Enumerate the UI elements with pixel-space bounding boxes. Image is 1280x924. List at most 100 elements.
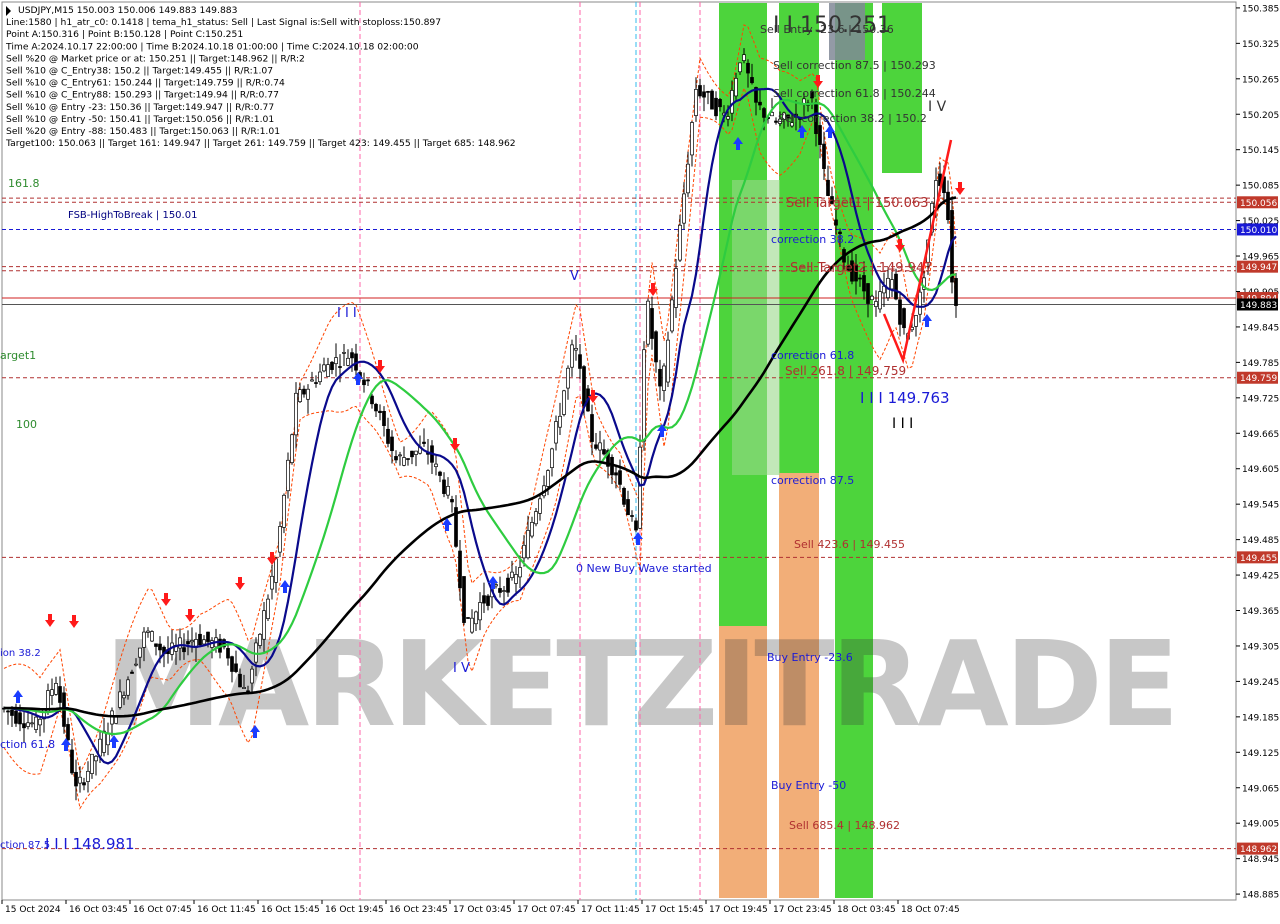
candle-body: [534, 511, 538, 525]
annotation-label: I I I 148.981: [45, 835, 135, 853]
candle-body: [662, 365, 666, 391]
annotation-label: correction 87.5: [771, 474, 854, 487]
candle: [642, 341, 646, 451]
candle-body: [442, 479, 446, 494]
candle-body: [58, 686, 62, 703]
candle-body: [666, 339, 670, 383]
x-tick-label: 16 Oct 19:45: [325, 905, 384, 915]
candle-body: [54, 682, 58, 695]
candle-body: [434, 463, 438, 468]
candle-body: [282, 494, 286, 528]
candle-body: [366, 379, 370, 382]
candle-body: [678, 224, 682, 261]
candle-body: [414, 450, 418, 455]
y-tick-label: 150.265: [1242, 75, 1279, 85]
candle-body: [10, 709, 14, 716]
x-tick-label: 17 Oct 03:45: [453, 905, 512, 915]
candle-body: [746, 62, 750, 74]
candle-body: [654, 331, 658, 363]
candle-body: [598, 442, 602, 451]
annotation-label: I I 150.251: [773, 13, 891, 38]
candle-body: [862, 275, 866, 292]
y-tick-label: 149.185: [1242, 713, 1279, 723]
candle-body: [334, 357, 338, 365]
candle-body: [50, 689, 54, 696]
candle-body: [858, 277, 862, 280]
candle-body: [290, 434, 294, 463]
y-tick-label: 149.245: [1242, 678, 1279, 688]
candle-body: [498, 588, 502, 593]
candle-body: [142, 631, 146, 648]
candle-body: [558, 415, 562, 428]
candle-body: [70, 749, 74, 774]
price-badge-label: 149.947: [1240, 263, 1277, 273]
annotation-label: Sell correction 87.5 | 150.293: [773, 59, 936, 72]
candle-body: [190, 640, 194, 643]
candle-body: [66, 724, 70, 741]
header-info-line: Sell %20 @ Market price or at: 150.251 |…: [6, 53, 305, 64]
candle-body: [702, 91, 706, 98]
candle-body: [594, 444, 598, 449]
candle-body: [446, 486, 450, 496]
candle-body: [202, 639, 206, 645]
x-tick-label: 18 Oct 03:45: [837, 905, 896, 915]
annotation-label: FSB-HighToBreak | 150.01: [68, 210, 197, 221]
y-tick-label: 150.085: [1242, 182, 1279, 192]
candle: [710, 89, 714, 110]
candle-body: [38, 718, 42, 726]
y-tick-label: 148.885: [1242, 891, 1279, 901]
candle-body: [74, 771, 78, 787]
price-badge-label: 150.056: [1240, 199, 1277, 209]
candle-body: [526, 530, 530, 559]
candle-body: [338, 366, 342, 368]
candle-body: [734, 78, 738, 97]
candle-body: [86, 770, 90, 782]
x-tick-label: 16 Oct 11:45: [197, 905, 256, 915]
candle-body: [762, 108, 766, 118]
y-tick-label: 149.125: [1242, 749, 1279, 759]
candle-body: [146, 630, 150, 633]
header-info-line: Sell %10 @ C_Entry61: 150.244 || Target:…: [6, 78, 285, 89]
candle-body: [22, 723, 26, 729]
annotation-label: Sell correction 38.2 | 150.2: [778, 112, 927, 125]
annotation-label: 100: [16, 418, 37, 431]
x-tick-label: 16 Oct 03:45: [69, 905, 128, 915]
candle-body: [874, 301, 878, 307]
annotation-label: I V: [453, 661, 470, 676]
annotation-label: 0 New Buy Wave started: [576, 562, 712, 575]
candle-body: [914, 315, 918, 327]
candle-body: [738, 62, 742, 73]
candle-body: [462, 576, 466, 623]
candle-body: [278, 526, 282, 553]
candle-body: [474, 611, 478, 625]
y-tick-label: 150.325: [1242, 40, 1279, 50]
y-tick-label: 149.665: [1242, 430, 1279, 440]
candle-body: [502, 590, 506, 592]
candle-body: [186, 641, 190, 645]
candle-body: [250, 668, 254, 684]
candle-body: [402, 457, 406, 466]
candle-body: [286, 459, 290, 492]
header-info-line: Point A:150.316 | Point B:150.128 | Poin…: [6, 29, 243, 40]
header-info-line: Time A:2024.10.17 22:00:00 | Time B:2024…: [5, 41, 419, 52]
annotation-label: correction 38.2: [771, 233, 854, 246]
candle-body: [438, 471, 442, 476]
candle-body: [234, 663, 238, 672]
candle: [150, 630, 154, 643]
annotation-label: correction 61.8: [771, 349, 854, 362]
candle-body: [546, 470, 550, 487]
candle-body: [954, 278, 958, 306]
candle-body: [382, 410, 386, 426]
header-info-line: Sell %20 @ Entry -88: 150.483 || Target:…: [6, 126, 280, 137]
candle-body: [690, 122, 694, 156]
header-info-line: Sell %10 @ Entry -50: 150.41 || Target:1…: [6, 114, 274, 125]
candle-body: [706, 91, 710, 93]
candle-body: [410, 450, 414, 458]
candle-body: [90, 753, 94, 774]
y-tick-label: 149.845: [1242, 323, 1279, 333]
candle-body: [638, 446, 642, 529]
candle-body: [138, 647, 142, 658]
candle-body: [466, 617, 470, 619]
candle-body: [614, 472, 618, 476]
candle-body: [602, 449, 606, 455]
